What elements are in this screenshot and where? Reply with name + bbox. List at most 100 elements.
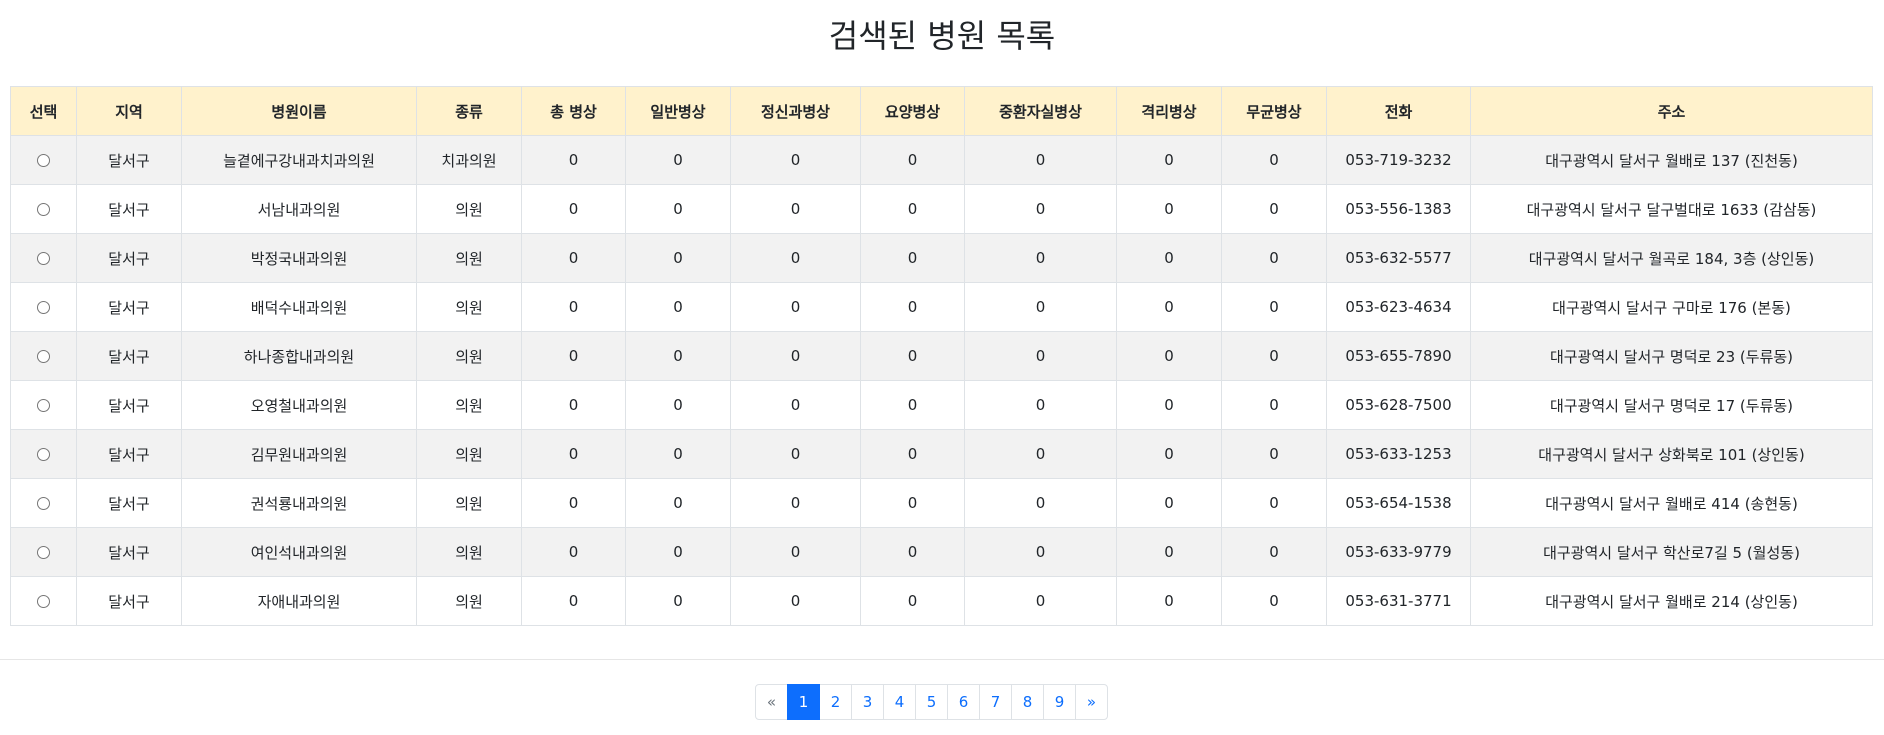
header-isolation-beds: 격리병상 [1116,86,1222,136]
icu-beds-cell: 0 [964,429,1117,479]
page-title: 검색된 병원 목록 [828,17,1056,55]
icu-beds-cell: 0 [964,233,1117,283]
total-beds-cell: 0 [521,380,626,430]
select-radio[interactable] [37,154,50,167]
header-type: 종류 [416,86,522,136]
psychiatric-beds-cell: 0 [730,478,861,528]
header-total-beds: 총 병상 [521,86,626,136]
general-beds-cell: 0 [625,282,731,332]
table-row: 달서구 김무원내과의원 의원 0 0 0 0 0 0 0 053-633-1253 대구광역시 달서구… [10,429,1873,479]
nursing-beds-cell: 0 [860,282,965,332]
pagination-page-9[interactable]: 9 [1043,684,1076,720]
psychiatric-beds-cell: 0 [730,282,861,332]
select-radio[interactable] [37,399,50,412]
type-cell: 의원 [416,576,522,626]
psychiatric-beds-cell: 0 [730,233,861,283]
type-cell: 의원 [416,331,522,381]
hospital-name-cell: 서남내과의원 [181,184,417,234]
region-cell: 달서구 [76,527,182,577]
pagination-page-2[interactable]: 2 [819,684,852,720]
address-cell: 대구광역시 달서구 상화북로 101 (상인동) [1470,429,1873,479]
select-radio[interactable] [37,497,50,510]
address-cell: 대구광역시 달서구 월배로 414 (송현동) [1470,478,1873,528]
type-cell: 의원 [416,184,522,234]
general-beds-cell: 0 [625,478,731,528]
pagination-next-button[interactable]: » [1075,684,1108,720]
nursing-beds-cell: 0 [860,478,965,528]
isolation-beds-cell: 0 [1116,478,1222,528]
select-cell [10,331,77,381]
type-cell: 의원 [416,380,522,430]
table-row: 달서구 여인석내과의원 의원 0 0 0 0 0 0 0 053-633-9779 대구광역시 달서구… [10,527,1873,577]
pagination-page-4[interactable]: 4 [883,684,916,720]
header-phone: 전화 [1326,86,1471,136]
address-cell: 대구광역시 달서구 명덕로 23 (두류동) [1470,331,1873,381]
address-cell: 대구광역시 달서구 월배로 214 (상인동) [1470,576,1873,626]
phone-cell: 053-655-7890 [1326,331,1471,381]
select-radio[interactable] [37,252,50,265]
total-beds-cell: 0 [521,527,626,577]
type-cell: 의원 [416,527,522,577]
header-nursing-beds: 요양병상 [860,86,965,136]
icu-beds-cell: 0 [964,135,1117,185]
select-radio[interactable] [37,301,50,314]
total-beds-cell: 0 [521,282,626,332]
general-beds-cell: 0 [625,135,731,185]
select-radio[interactable] [37,203,50,216]
isolation-beds-cell: 0 [1116,429,1222,479]
icu-beds-cell: 0 [964,478,1117,528]
address-cell: 대구광역시 달서구 월배로 137 (진천동) [1470,135,1873,185]
region-cell: 달서구 [76,331,182,381]
phone-cell: 053-628-7500 [1326,380,1471,430]
table-row: 달서구 하나종합내과의원 의원 0 0 0 0 0 0 0 053-655-7890 대구광역시 달서… [10,331,1873,381]
total-beds-cell: 0 [521,478,626,528]
table-row: 달서구 오영철내과의원 의원 0 0 0 0 0 0 0 053-628-7500 대구광역시 달서구… [10,380,1873,430]
table-row: 달서구 권석룡내과의원 의원 0 0 0 0 0 0 0 053-654-1538 대구광역시 달서구… [10,478,1873,528]
header-select: 선택 [10,86,77,136]
total-beds-cell: 0 [521,331,626,381]
type-cell: 의원 [416,478,522,528]
isolation-beds-cell: 0 [1116,576,1222,626]
region-cell: 달서구 [76,576,182,626]
phone-cell: 053-654-1538 [1326,478,1471,528]
pagination-page-7[interactable]: 7 [979,684,1012,720]
region-cell: 달서구 [76,478,182,528]
header-address: 주소 [1470,86,1873,136]
select-radio[interactable] [37,546,50,559]
region-cell: 달서구 [76,184,182,234]
psychiatric-beds-cell: 0 [730,135,861,185]
hospital-name-cell: 자애내과의원 [181,576,417,626]
hospital-name-cell: 여인석내과의원 [181,527,417,577]
select-radio[interactable] [37,448,50,461]
nursing-beds-cell: 0 [860,527,965,577]
pagination-prev-button[interactable]: « [755,684,788,720]
header-general-beds: 일반병상 [625,86,731,136]
pagination-page-3[interactable]: 3 [851,684,884,720]
type-cell: 치과의원 [416,135,522,185]
select-radio[interactable] [37,350,50,363]
phone-cell: 053-633-9779 [1326,527,1471,577]
table-header-row: 선택 지역 병원이름 종류 총 병상 일반병상 정신과병상 요양병상 중환자실병… [10,86,1873,136]
region-cell: 달서구 [76,233,182,283]
table-row: 달서구 박정국내과의원 의원 0 0 0 0 0 0 0 053-632-5577 대구광역시 달서구… [10,233,1873,283]
total-beds-cell: 0 [521,233,626,283]
select-cell [10,135,77,185]
pagination-page-8[interactable]: 8 [1011,684,1044,720]
psychiatric-beds-cell: 0 [730,380,861,430]
nursing-beds-cell: 0 [860,576,965,626]
nursing-beds-cell: 0 [860,135,965,185]
pagination-page-6[interactable]: 6 [947,684,980,720]
pagination-page-1[interactable]: 1 [787,684,820,720]
select-cell [10,429,77,479]
header-psychiatric-beds: 정신과병상 [730,86,861,136]
pagination-page-5[interactable]: 5 [915,684,948,720]
isolation-beds-cell: 0 [1116,527,1222,577]
isolation-beds-cell: 0 [1116,184,1222,234]
select-radio[interactable] [37,595,50,608]
total-beds-cell: 0 [521,576,626,626]
type-cell: 의원 [416,282,522,332]
isolation-beds-cell: 0 [1116,233,1222,283]
icu-beds-cell: 0 [964,184,1117,234]
nursing-beds-cell: 0 [860,331,965,381]
hospital-name-cell: 오영철내과의원 [181,380,417,430]
